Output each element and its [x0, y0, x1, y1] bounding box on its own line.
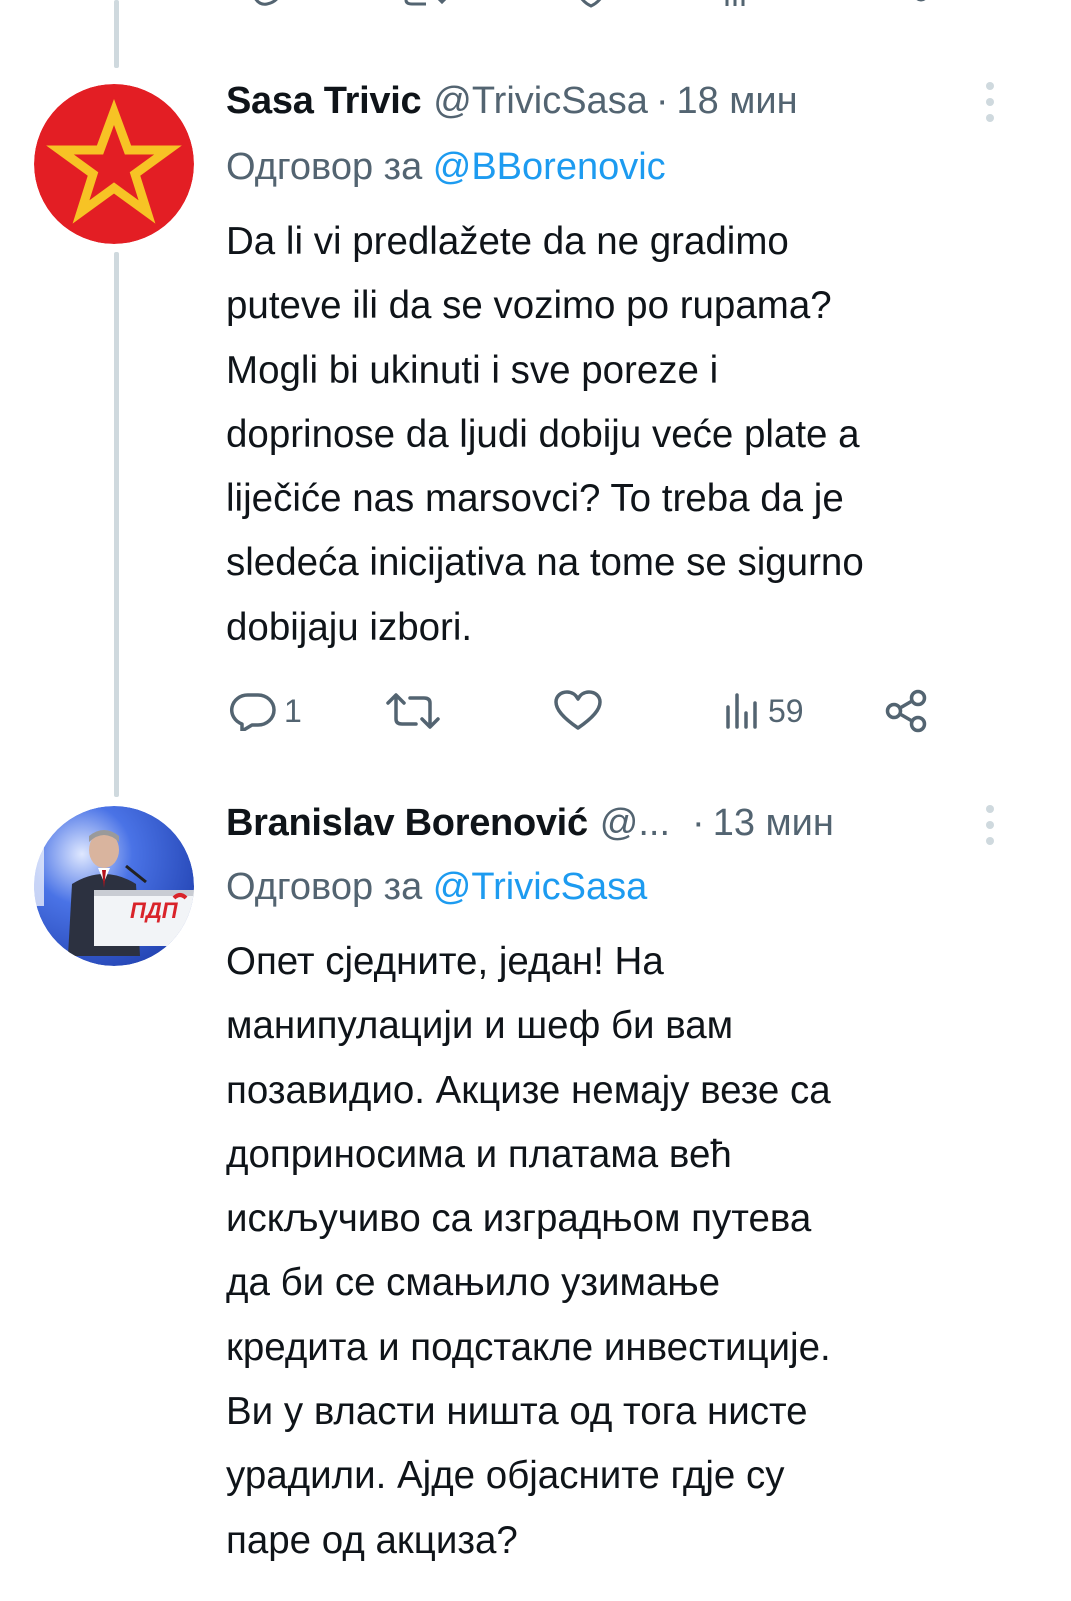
avatar[interactable]: ПДП [34, 806, 194, 966]
tweet-text-line: да би се смањило узимање [226, 1261, 721, 1305]
timestamp[interactable]: 13 мин [713, 802, 834, 845]
tweet-text-line: кредита и подстакле инвестиције. [226, 1325, 831, 1369]
red-star-icon [34, 84, 194, 244]
tweet-text: Da li vi predlažete da ne gradimo puteve… [226, 210, 1036, 660]
more-options-icon[interactable] [978, 805, 1002, 845]
reply-count: 1 [284, 692, 302, 729]
tweet-text-line: liječiće nas marsovci? To treba da je [226, 477, 844, 521]
thread-line-middle [114, 252, 119, 797]
tweet-header: Sasa Trivic @TrivicSasa · 18 мин [226, 76, 798, 126]
reply-mention-link[interactable]: @TrivicSasa [433, 866, 648, 908]
more-options-icon[interactable] [978, 82, 1002, 122]
like-icon[interactable] [568, 0, 614, 8]
separator-dot: · [692, 801, 705, 844]
tweet-text-line: Mogli bi ukinuti i sve poreze i [226, 348, 719, 392]
user-handle[interactable]: @TrivicSasa [433, 80, 648, 123]
reply-to-line: Одговор за @TrivicSasa [226, 866, 647, 909]
svg-text:ПДП: ПДП [130, 898, 179, 923]
heart-icon [554, 690, 602, 730]
tweet-text-line: Ви у власти ништа од тога нисте [226, 1390, 808, 1434]
tweet-text-line: doprinose da ljudi dobiju veće plate a [226, 412, 860, 456]
tweet-text-line: Da li vi predlažete da ne gradimo [226, 220, 789, 263]
avatar[interactable] [34, 84, 194, 244]
reply-to-line: Одговор за @BBorenovic [226, 146, 666, 189]
display-name[interactable]: Sasa Trivic [226, 80, 422, 123]
views-button[interactable]: 59 [722, 686, 804, 736]
display-name[interactable]: Branislav Borenović [226, 802, 588, 845]
previous-tweet-actions [226, 0, 986, 16]
separator-dot: · [655, 79, 669, 122]
thread-line-top [114, 0, 119, 68]
tweet-text-line: доприносима и платама већ [226, 1132, 732, 1176]
tweet-text-line: позавидио. Акцизе немају везе са [226, 1068, 831, 1112]
tweet-text: Опет сједните, један! На манипулацији и … [226, 930, 1036, 1573]
reply-icon [229, 693, 276, 731]
retweet-icon[interactable] [402, 0, 448, 8]
share-icon[interactable] [906, 0, 936, 8]
tweet-text-line: паре од акциза? [226, 1518, 518, 1562]
share-button[interactable] [882, 686, 932, 736]
views-icon[interactable] [723, 0, 793, 8]
speaker-photo-avatar: ПДП [34, 806, 194, 966]
tweet-actions: 1 59 [226, 686, 986, 736]
retweet-button[interactable] [384, 686, 448, 736]
tweet-text-line: sledeća inicijativa na tome se sigurno [226, 541, 864, 585]
views-count: 59 [768, 692, 804, 729]
reply-prefix: Одговор за [226, 146, 423, 188]
share-icon [885, 689, 927, 733]
reply-icon[interactable] [248, 0, 286, 8]
tweet-text-line: искључиво са изградњом путева [226, 1197, 812, 1241]
reply-prefix: Одговор за [226, 866, 423, 908]
tweet-text-line: Опет сједните, један! На [226, 940, 664, 983]
views-icon [726, 693, 757, 729]
retweet-icon [386, 693, 440, 729]
tweet-text-line: dobijaju izbori. [226, 605, 473, 649]
tweet-header: Branislav Borenović @... · 13 мин [226, 798, 834, 848]
tweet-text-line: puteve ili da se vozimo po rupama? [226, 284, 832, 328]
reply-mention-link[interactable]: @BBorenovic [433, 146, 666, 188]
reply-button[interactable]: 1 [228, 686, 302, 736]
tweet-text-line: манипулацији и шеф би вам [226, 1004, 734, 1048]
timestamp[interactable]: 18 мин [676, 80, 797, 123]
like-button[interactable] [552, 686, 610, 736]
tweet-text-line: урадили. Ајде објасните гдје су [226, 1454, 785, 1498]
user-handle[interactable]: @... [600, 802, 670, 845]
